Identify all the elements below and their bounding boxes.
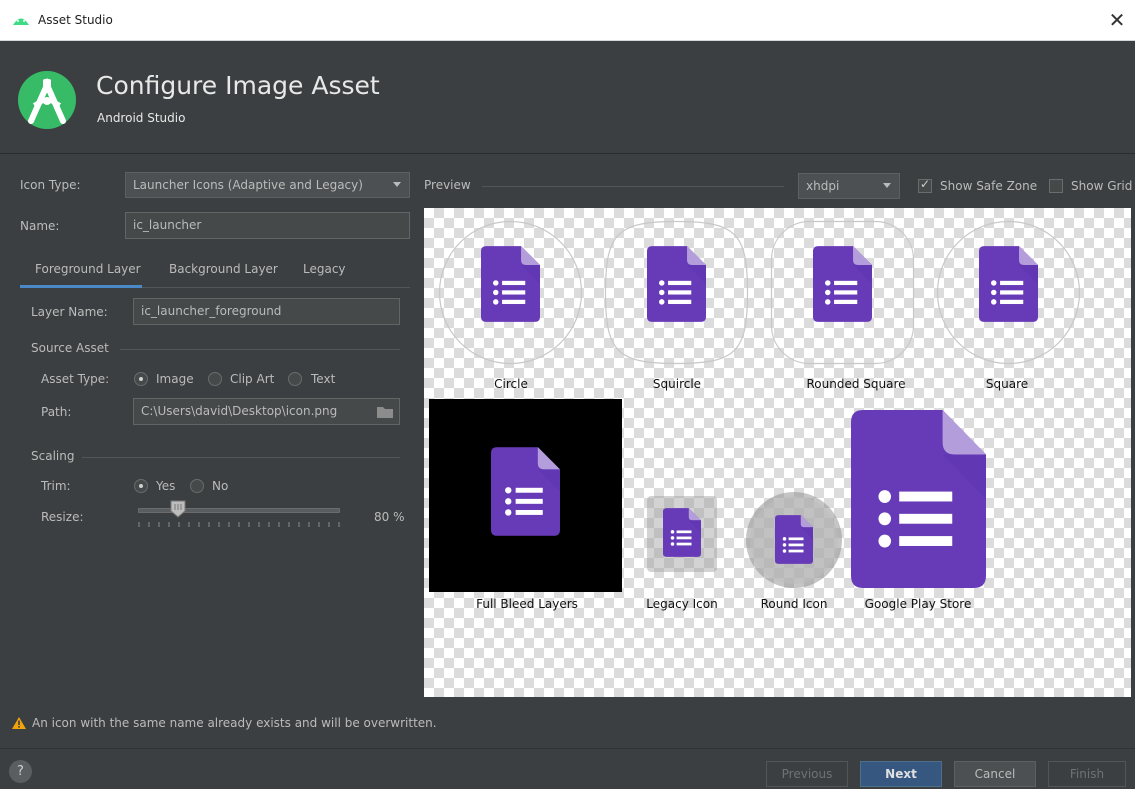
- show-safe-zone-checkbox[interactable]: [918, 177, 932, 193]
- tab-legacy[interactable]: Legacy: [303, 256, 346, 288]
- trim-yes-radio[interactable]: [134, 479, 148, 493]
- cancel-button[interactable]: Cancel: [954, 761, 1036, 787]
- google-forms-icon: [491, 447, 560, 536]
- asset-type-image-label: Image: [156, 372, 194, 386]
- preview-canvas: Circle Squircle Rounded Square Square Fu…: [424, 208, 1131, 697]
- layer-name-label: Layer Name:: [31, 305, 108, 319]
- play-store-caption: Google Play Store: [864, 597, 972, 611]
- rounded-square-caption: Rounded Square: [806, 377, 906, 391]
- squircle-preview: [604, 220, 749, 365]
- density-combo[interactable]: xhdpi: [798, 173, 900, 199]
- icon-type-label: Icon Type:: [20, 178, 81, 192]
- layer-name-input[interactable]: ic_launcher_foreground: [133, 298, 400, 325]
- wizard-footer: ? Previous Next Cancel Finish: [0, 748, 1135, 789]
- circle-preview: [438, 220, 583, 365]
- asset-type-clipart-label: Clip Art: [230, 372, 275, 386]
- divider: [82, 457, 400, 458]
- asset-type-label: Asset Type:: [41, 372, 110, 386]
- icon-type-combo[interactable]: Launcher Icons (Adaptive and Legacy): [125, 172, 410, 198]
- options-panel: Icon Type: Launcher Icons (Adaptive and …: [0, 155, 416, 700]
- path-value: C:\Users\david\Desktop\icon.png: [141, 404, 338, 418]
- preview-heading: Preview: [424, 178, 471, 192]
- resize-slider-thumb[interactable]: [170, 500, 186, 518]
- name-input[interactable]: ic_launcher: [125, 212, 410, 239]
- full-bleed-caption: Full Bleed Layers: [476, 597, 578, 611]
- divider: [482, 186, 784, 187]
- warning-text: An icon with the same name already exist…: [32, 716, 437, 730]
- square-caption: Square: [985, 377, 1029, 391]
- overwrite-warning: An icon with the same name already exist…: [12, 716, 437, 730]
- android-studio-logo-icon: [18, 71, 76, 129]
- divider: [120, 349, 400, 350]
- window-title: Asset Studio: [38, 13, 113, 27]
- trim-label: Trim:: [41, 479, 71, 493]
- folder-icon[interactable]: [376, 405, 396, 419]
- tab-background-layer[interactable]: Background Layer: [169, 256, 278, 288]
- warning-icon: [12, 717, 26, 729]
- circle-caption: Circle: [494, 377, 528, 391]
- asset-type-text-radio[interactable]: [288, 372, 302, 386]
- source-asset-heading: Source Asset: [31, 341, 109, 355]
- icon-type-value: Launcher Icons (Adaptive and Legacy): [133, 178, 363, 192]
- resize-value: 80 %: [374, 510, 405, 524]
- trim-no-label: No: [212, 479, 229, 493]
- rounded-square-preview: [770, 220, 915, 365]
- close-icon[interactable]: ✕: [1105, 8, 1129, 32]
- round-icon-preview: [746, 492, 842, 588]
- chevron-down-icon: [883, 183, 891, 188]
- full-bleed-preview: [429, 399, 622, 592]
- square-preview: [936, 220, 1081, 365]
- chevron-down-icon: [393, 182, 401, 187]
- android-icon: [13, 18, 29, 25]
- page-subtitle: Android Studio: [97, 111, 186, 125]
- help-icon[interactable]: ?: [9, 760, 32, 783]
- next-button[interactable]: Next: [860, 761, 942, 787]
- scaling-heading: Scaling: [31, 449, 75, 463]
- asset-type-clipart-radio[interactable]: [208, 372, 222, 386]
- trim-no-radio[interactable]: [190, 479, 204, 493]
- tab-foreground-layer[interactable]: Foreground Layer: [20, 256, 142, 288]
- path-input[interactable]: C:\Users\david\Desktop\icon.png: [133, 398, 400, 425]
- show-safe-zone-label: Show Safe Zone: [940, 179, 1038, 193]
- legacy-icon-preview: [647, 496, 717, 572]
- show-grid-checkbox[interactable]: [1049, 179, 1063, 193]
- asset-type-text-label: Text: [311, 372, 336, 386]
- finish-button[interactable]: Finish: [1048, 761, 1126, 787]
- google-forms-icon: [851, 410, 986, 588]
- play-store-preview: [851, 410, 986, 588]
- layer-tabs: Foreground Layer Background Layer Legacy: [20, 256, 410, 288]
- page-title: Configure Image Asset: [96, 71, 380, 100]
- path-label: Path:: [41, 405, 72, 419]
- resize-slider-track[interactable]: [138, 508, 340, 513]
- resize-slider-ticks: [138, 522, 340, 527]
- wizard-header: Configure Image Asset Android Studio: [0, 41, 1135, 154]
- resize-label: Resize:: [41, 510, 84, 524]
- density-value: xhdpi: [806, 179, 840, 193]
- show-grid-label: Show Grid: [1071, 179, 1133, 193]
- asset-type-image-radio[interactable]: [134, 372, 148, 386]
- window-titlebar: Asset Studio ✕: [0, 0, 1135, 41]
- name-label: Name:: [20, 219, 60, 233]
- trim-yes-label: Yes: [156, 479, 176, 493]
- squircle-caption: Squircle: [652, 377, 702, 391]
- previous-button[interactable]: Previous: [766, 761, 848, 787]
